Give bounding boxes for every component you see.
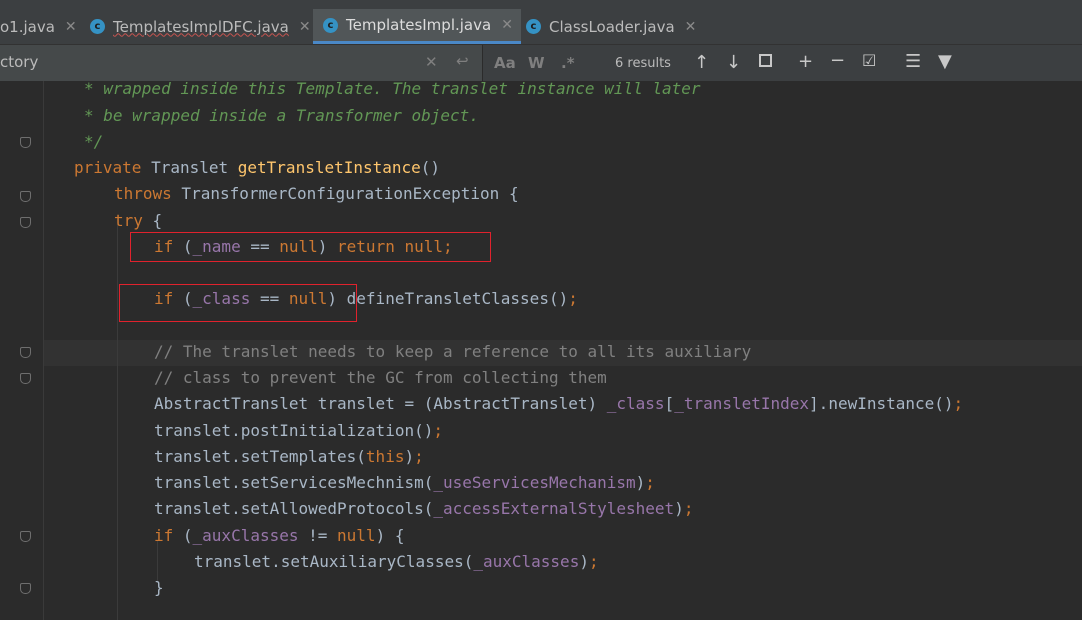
code-line: // class to prevent the GC from collecti… [154,368,607,387]
filter-options-icon[interactable]: ☰ [905,51,921,72]
code-line: private Translet getTransletInstance() [74,158,441,177]
code-line: */ [84,132,104,151]
select-all-matches-icon[interactable]: ☑ [862,51,876,70]
code-line: * wrapped inside this Template. The tran… [84,79,701,98]
code-line: AbstractTranslet translet = (AbstractTra… [154,394,964,413]
code-line: translet.setAuxiliaryClasses(_auxClasses… [194,552,599,571]
fold-icon[interactable] [20,347,31,358]
code-editor[interactable]: * wrapped inside this Template. The tran… [0,79,1082,620]
tab-label: o1.java [0,17,55,36]
arrow-down-icon[interactable]: ↓ [726,52,741,73]
code-line: // The translet needs to keep a referenc… [154,342,752,361]
tab-classloader-java[interactable]: c ClassLoader.java ✕ [526,9,696,44]
fold-icon[interactable] [20,191,31,202]
filter-icon[interactable]: ▼ [938,51,952,72]
close-icon[interactable]: ✕ [65,19,77,35]
java-class-icon: c [323,17,338,33]
code-line: translet.setServicesMechnism(_useService… [154,473,655,492]
code-line: try { [114,211,163,230]
close-icon[interactable]: ✕ [299,19,311,35]
search-query: ctory [0,53,39,71]
close-icon[interactable]: ✕ [501,17,513,33]
add-selection-icon[interactable]: + [798,51,813,72]
match-case-toggle[interactable]: Aa [494,54,516,72]
code-line: } [154,578,164,597]
results-count: 6 results [615,56,671,71]
tab-templatesimpl-java[interactable]: c TemplatesImpl.java ✕ [313,9,521,44]
code-line: translet.setAllowedProtocols(_accessExte… [154,499,694,518]
code-line: * be wrapped inside a Transformer object… [84,106,479,125]
java-class-icon: c [90,19,105,34]
code-line: throws TransformerConfigurationException… [114,184,519,203]
indent-guide [117,219,118,620]
tab-label: TemplatesImpl.java [346,16,492,34]
editor-tab-bar: o1.java ✕ c TemplatesImplDFC.java ✕ c Te… [0,9,1082,45]
tab-label: TemplatesImplDFC.java [113,17,289,36]
code-line: translet.setTemplates(this); [154,447,424,466]
clear-icon[interactable]: ✕ [425,53,438,71]
fold-icon[interactable] [20,373,31,384]
newline-icon[interactable]: ↩ [456,52,469,70]
select-all-occurrences-icon[interactable] [759,54,772,67]
remove-selection-icon[interactable]: − [830,50,845,71]
indent-guide [157,541,158,583]
words-toggle[interactable]: W [528,54,545,72]
fold-icon[interactable] [20,137,31,148]
tab-o1-java[interactable]: o1.java ✕ [0,9,77,44]
tab-templatesimpldfc-java[interactable]: c TemplatesImplDFC.java ✕ [90,9,311,44]
fold-icon[interactable] [20,531,31,542]
regex-toggle[interactable]: .* [561,54,575,72]
highlight-box [119,284,357,322]
arrow-up-icon[interactable]: ↑ [694,52,709,73]
search-input[interactable]: ctory ✕ ↩ [0,45,483,81]
fold-icon[interactable] [20,583,31,594]
find-bar: ctory ✕ ↩ Aa W .* 6 results ↑ ↓ + − ☑ ☰ … [0,45,1082,82]
code-line: if (_auxClasses != null) { [154,526,405,545]
code-line: translet.postInitialization(); [154,421,443,440]
title-strip [0,0,1082,9]
close-icon[interactable]: ✕ [685,19,697,35]
tab-label: ClassLoader.java [549,17,675,36]
fold-icon[interactable] [20,217,31,228]
java-class-icon: c [526,19,541,34]
gutter-divider [43,81,44,620]
highlight-box [130,232,491,262]
